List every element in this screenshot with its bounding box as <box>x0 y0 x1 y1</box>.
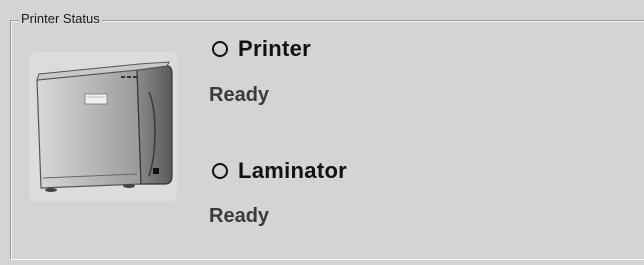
laminator-status-value: Ready <box>209 205 270 227</box>
printer-status-row: Printer <box>212 36 311 62</box>
laminator-label: Laminator <box>238 158 348 183</box>
status-circle-icon <box>212 163 228 179</box>
printer-status-panel: Printer Status Printer Ready Laminator R… <box>0 0 644 265</box>
group-title: Printer Status <box>19 11 102 27</box>
printer-label: Printer <box>238 36 312 61</box>
printer-status-value: Ready <box>209 84 270 106</box>
card-printer-icon <box>29 52 177 202</box>
laminator-status-row: Laminator <box>212 158 347 184</box>
status-circle-icon <box>212 41 228 57</box>
